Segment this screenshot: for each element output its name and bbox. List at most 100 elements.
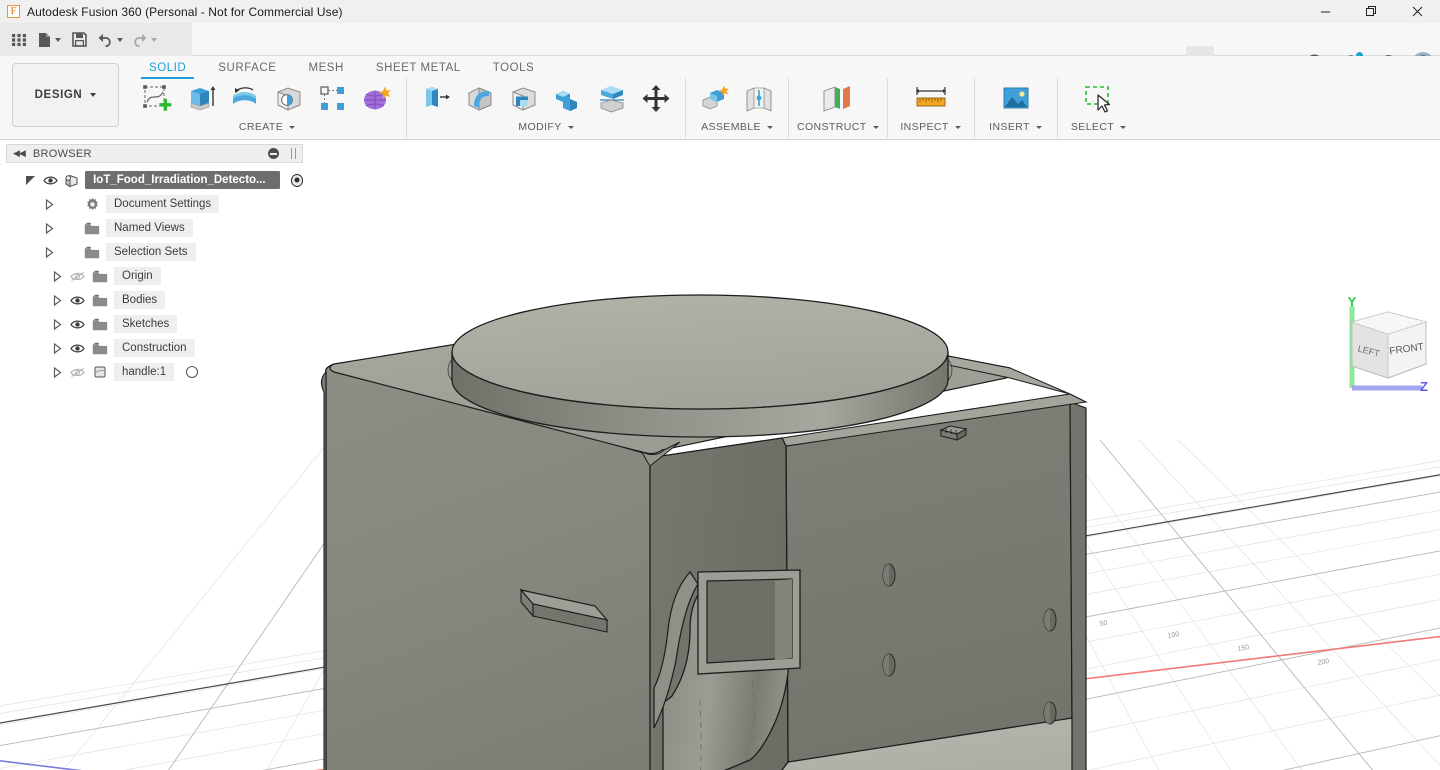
ribbon-groups: CREATE — [128, 78, 1140, 138]
browser-root-label: IoT_Food_Irradiation_Detecto... — [85, 171, 280, 189]
folder-icon — [91, 294, 109, 307]
quick-access-left-group — [0, 23, 192, 56]
tab-sheet-metal[interactable]: SHEET METAL — [360, 59, 477, 78]
tab-mesh[interactable]: MESH — [292, 59, 359, 78]
revolve-icon[interactable] — [224, 78, 266, 120]
browser-item-document-settings[interactable]: Document Settings — [42, 192, 303, 216]
split-face-icon[interactable] — [591, 78, 633, 120]
ribbon-group-label-insert[interactable]: INSERT — [989, 121, 1042, 133]
new-component-icon[interactable] — [694, 78, 736, 120]
ribbon-group-label-create[interactable]: CREATE — [239, 121, 295, 133]
collapse-left-icon[interactable]: ◀◀ — [13, 148, 25, 159]
visibility-eye-icon[interactable] — [69, 343, 86, 354]
browser-item-bodies[interactable]: Bodies — [50, 288, 303, 312]
panel-resize-grip[interactable] — [291, 148, 296, 159]
expand-twisty-icon[interactable] — [42, 199, 56, 210]
expand-twisty-icon[interactable] — [50, 343, 64, 354]
restore-button[interactable] — [1348, 0, 1394, 23]
app-grid-icon[interactable] — [6, 27, 32, 53]
expand-twisty-icon[interactable] — [50, 319, 64, 330]
ribbon-group-construct: CONSTRUCT — [789, 78, 888, 138]
visibility-eye-icon[interactable] — [69, 295, 86, 306]
expand-twisty-icon[interactable] — [50, 367, 64, 378]
activate-body-circle[interactable] — [186, 366, 198, 378]
expand-twisty-icon[interactable] — [42, 223, 56, 234]
measure-icon[interactable] — [910, 78, 952, 120]
group-label-text: CREATE — [239, 121, 283, 133]
joint-icon[interactable] — [738, 78, 780, 120]
browser-item-selection-sets[interactable]: Selection Sets — [42, 240, 303, 264]
select-window-icon[interactable] — [1078, 78, 1120, 120]
group-label-text: INSERT — [989, 121, 1030, 133]
browser-item-named-views[interactable]: Named Views — [42, 216, 303, 240]
chevron-down-icon — [151, 38, 157, 42]
group-label-text: MODIFY — [518, 121, 561, 133]
folder-icon — [83, 222, 101, 235]
browser-item-sketches[interactable]: Sketches — [50, 312, 303, 336]
browser-item-construction[interactable]: Construction — [50, 336, 303, 360]
expand-twisty-icon[interactable] — [42, 247, 56, 258]
browser-panel: ◀◀ BROWSER — [6, 144, 303, 384]
browser-item-label: Sketches — [114, 315, 177, 333]
ribbon-group-inspect: INSPECT — [888, 78, 975, 138]
expand-twisty-icon[interactable] — [50, 271, 64, 282]
combine-icon[interactable] — [547, 78, 589, 120]
browser-item-label: handle:1 — [114, 363, 174, 381]
chevron-down-icon — [767, 126, 773, 129]
chevron-down-icon — [1036, 126, 1042, 129]
tab-solid[interactable]: SOLID — [133, 59, 202, 78]
ribbon-group-label-select[interactable]: SELECT — [1071, 121, 1126, 133]
create-form-icon[interactable] — [356, 78, 398, 120]
browser-item-label: Bodies — [114, 291, 165, 309]
group-label-text: SELECT — [1071, 121, 1114, 133]
ribbon-group-label-assemble[interactable]: ASSEMBLE — [701, 121, 773, 133]
ribbon-group-assemble: ASSEMBLE — [686, 78, 789, 138]
undo-icon[interactable] — [94, 27, 126, 53]
browser-item-handle[interactable]: handle:1 — [50, 360, 303, 384]
ribbon-group-label-modify[interactable]: MODIFY — [518, 121, 573, 133]
ribbon-group-label-inspect[interactable]: INSPECT — [900, 121, 960, 133]
visibility-eye-icon[interactable] — [69, 319, 86, 330]
visibility-eye-off-icon[interactable] — [69, 271, 86, 282]
insert-image-icon[interactable] — [995, 78, 1037, 120]
fusion360-window: F Autodesk Fusion 360 (Personal - Not fo… — [0, 0, 1440, 770]
offset-plane-icon[interactable] — [817, 78, 859, 120]
browser-item-label: Construction — [114, 339, 195, 357]
redo-icon[interactable] — [128, 27, 160, 53]
visibility-eye-icon[interactable] — [42, 175, 58, 186]
lid-top — [452, 295, 948, 409]
visibility-eye-off-icon[interactable] — [69, 367, 86, 378]
chevron-down-icon — [289, 126, 295, 129]
browser-title: BROWSER — [33, 148, 260, 160]
new-document-icon[interactable] — [34, 27, 64, 53]
move-copy-icon[interactable] — [635, 78, 677, 120]
tab-tools[interactable]: TOOLS — [477, 59, 551, 78]
chevron-down-icon — [568, 126, 574, 129]
create-sketch-icon[interactable] — [136, 78, 178, 120]
close-button[interactable] — [1394, 0, 1440, 23]
shell-icon[interactable] — [503, 78, 545, 120]
tab-surface[interactable]: SURFACE — [202, 59, 292, 78]
save-icon[interactable] — [66, 27, 92, 53]
axis-label-z: Z — [1420, 379, 1428, 394]
ribbon-group-label-construct[interactable]: CONSTRUCT — [797, 121, 879, 133]
gear-icon — [83, 197, 101, 212]
expand-twisty-icon[interactable] — [24, 175, 37, 186]
fillet-icon[interactable] — [459, 78, 501, 120]
panel-options-icon[interactable] — [268, 148, 279, 159]
press-pull-icon[interactable] — [415, 78, 457, 120]
expand-twisty-icon[interactable] — [50, 295, 64, 306]
activate-component-radio[interactable] — [291, 174, 303, 187]
chevron-down-icon — [90, 93, 96, 97]
extrude-icon[interactable] — [180, 78, 222, 120]
minimize-button[interactable] — [1302, 0, 1348, 23]
workspace-switcher-button[interactable]: DESIGN — [12, 63, 119, 127]
browser-item-origin[interactable]: Origin — [50, 264, 303, 288]
app-logo-icon: F — [7, 5, 20, 18]
model-enclosure[interactable] — [321, 295, 1086, 770]
chevron-down-icon — [955, 126, 961, 129]
rectangular-pattern-icon[interactable] — [312, 78, 354, 120]
browser-item-root[interactable]: IoT_Food_Irradiation_Detecto... — [24, 168, 303, 192]
folder-icon — [91, 318, 109, 331]
hole-icon[interactable] — [268, 78, 310, 120]
